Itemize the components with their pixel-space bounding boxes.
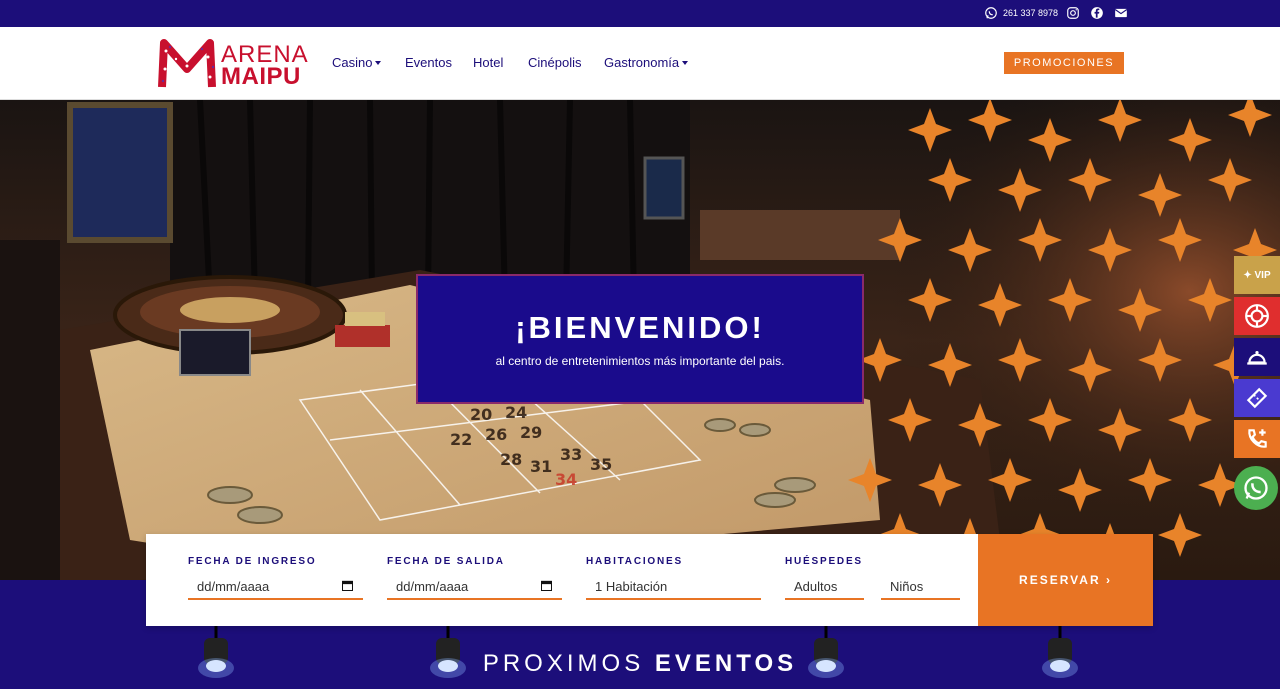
adults-select[interactable]: Adultos — [785, 574, 864, 600]
promociones-button[interactable]: PROMOCIONES — [1004, 52, 1124, 74]
svg-text:28: 28 — [500, 450, 522, 469]
welcome-subtitle: al centro de entretenimientos más import… — [495, 354, 785, 368]
vip-icon: ✦ VIP — [1243, 269, 1271, 281]
nav-item-eventos[interactable]: Eventos — [405, 55, 452, 70]
contact-phone[interactable]: 261 337 8978 — [984, 6, 1058, 20]
checkin-label: FECHA DE INGRESO — [188, 556, 317, 567]
top-bar: 261 337 8978 — [0, 0, 1280, 27]
phone-icon — [1248, 429, 1267, 448]
whatsapp-float-button[interactable] — [1234, 466, 1278, 510]
call-button[interactable] — [1234, 420, 1280, 458]
svg-text:22: 22 — [450, 430, 472, 449]
concierge-bell-icon — [1247, 351, 1267, 365]
calendar-icon[interactable] — [541, 580, 552, 591]
chevron-down-icon — [375, 61, 382, 65]
svg-text:26: 26 — [485, 425, 507, 444]
guests-label: HUÉSPEDES — [785, 556, 863, 567]
arena-maipu-logo[interactable]: ARENA MAIPU — [158, 39, 308, 90]
hero-banner: 20 24 22 26 29 28 31 33 35 34 ¡BIENVENID… — [0, 100, 1280, 580]
svg-text:20: 20 — [470, 405, 492, 424]
instagram-icon[interactable] — [1066, 6, 1080, 20]
facebook-icon[interactable] — [1090, 6, 1104, 20]
svg-text:29: 29 — [520, 423, 542, 442]
checkin-date-input[interactable]: dd/mm/aaaa — [188, 574, 363, 600]
svg-text:24: 24 — [505, 403, 527, 422]
main-header: ARENA MAIPU Casino Eventos Hotel Cinépol… — [0, 27, 1280, 100]
checkout-date-input[interactable]: dd/mm/aaaa — [387, 574, 562, 600]
welcome-title: ¡BIENVENIDO! — [515, 310, 765, 345]
svg-text:34: 34 — [555, 470, 577, 489]
whatsapp-icon — [1244, 476, 1268, 500]
checkout-label: FECHA DE SALIDA — [387, 556, 505, 567]
svg-text:33: 33 — [560, 445, 582, 464]
roulette-icon — [1245, 304, 1269, 328]
nav-item-hotel[interactable]: Hotel — [473, 55, 503, 70]
svg-text:35: 35 — [590, 455, 612, 474]
rooms-select[interactable]: 1 Habitación — [586, 574, 761, 600]
chevron-down-icon — [682, 61, 689, 65]
logo-text-maipu: MAIPU — [221, 63, 301, 90]
mail-icon[interactable] — [1114, 6, 1128, 20]
children-select[interactable]: Niños — [881, 574, 960, 600]
vip-button[interactable]: ✦ VIP — [1234, 256, 1280, 294]
nav-item-gastronomia[interactable]: Gastronomía — [604, 55, 689, 70]
whatsapp-icon — [985, 7, 997, 19]
ticket-button[interactable] — [1234, 379, 1280, 417]
rooms-label: HABITACIONES — [586, 556, 683, 567]
calendar-icon[interactable] — [342, 580, 353, 591]
welcome-box: ¡BIENVENIDO! al centro de entretenimient… — [416, 274, 864, 404]
reservar-button[interactable]: RESERVAR › — [978, 534, 1153, 626]
svg-text:31: 31 — [530, 457, 552, 476]
ticket-icon — [1246, 387, 1268, 409]
roulette-button[interactable] — [1234, 297, 1280, 335]
nav-item-casino[interactable]: Casino — [332, 55, 382, 70]
events-title: PROXIMOS EVENTOS — [482, 650, 798, 677]
booking-form: FECHA DE INGRESO dd/mm/aaaa FECHA DE SAL… — [146, 534, 1153, 626]
nav-item-cinepolis[interactable]: Cinépolis — [528, 55, 581, 70]
phone-number: 261 337 8978 — [1003, 8, 1059, 18]
hotel-button[interactable] — [1234, 338, 1280, 376]
logo-star-m-icon — [158, 39, 216, 88]
